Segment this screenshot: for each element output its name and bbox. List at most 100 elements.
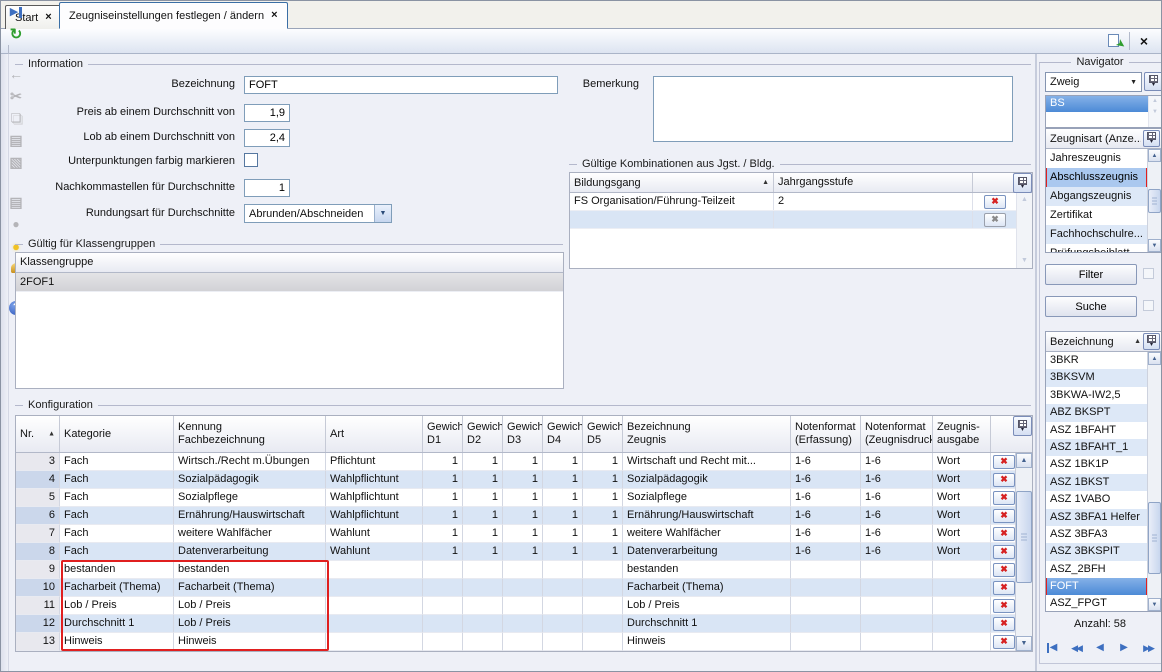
table-row[interactable]: 12 Durchschnitt 1 Lob / Preis Durchschni… bbox=[16, 615, 1032, 633]
table-row[interactable]: 4 Fach Sozialpädagogik Wahlpflichtunt 1 … bbox=[16, 471, 1032, 489]
delete-row-button[interactable]: ✖ bbox=[993, 563, 1015, 577]
scroll-down-icon[interactable]: ▼ bbox=[1017, 254, 1032, 268]
list-item[interactable]: Fachhochschulre... bbox=[1046, 225, 1147, 244]
table-row[interactable]: 11 Lob / Preis Lob / Preis Lob / Preis bbox=[16, 597, 1032, 615]
tab-zeugniseinstellungen[interactable]: Zeugniseinstellungen festlegen / ändern … bbox=[59, 2, 288, 29]
zweig-select[interactable]: Zweig ▼ bbox=[1045, 72, 1142, 92]
scroll-down-button[interactable]: ▼ bbox=[1016, 636, 1032, 651]
scrollbar-thumb[interactable] bbox=[1148, 189, 1161, 213]
vertical-scrollbar[interactable]: ▲ ▼ bbox=[1016, 193, 1032, 268]
delete-row-button[interactable]: ✖ bbox=[984, 195, 1006, 209]
scroll-down-button[interactable]: ▼ bbox=[1148, 598, 1161, 611]
record-last-button[interactable]: ▶ bbox=[5, 1, 27, 23]
table-row[interactable]: ✖ bbox=[570, 211, 1032, 229]
filter-button[interactable]: Filter bbox=[1045, 264, 1137, 285]
scroll-up-button[interactable]: ▲ bbox=[1016, 453, 1032, 468]
tab-close-icon[interactable]: × bbox=[45, 12, 51, 23]
list-item[interactable]: ABZ BKSPT bbox=[1046, 404, 1147, 421]
column-header[interactable]: Nr. bbox=[16, 416, 60, 452]
column-filter-button[interactable]: ▾ bbox=[1013, 173, 1032, 193]
list-item[interactable]: Zertifikat bbox=[1046, 206, 1147, 225]
mini-scrollbar[interactable]: ▲ ▼ bbox=[1148, 96, 1161, 127]
list-item[interactable]: Abgangszeugnis bbox=[1046, 187, 1147, 206]
column-header[interactable]: Art bbox=[326, 416, 423, 452]
record-prev-fast-button[interactable]: ◀◀ bbox=[1067, 640, 1085, 656]
delete-row-button[interactable]: ✖ bbox=[993, 545, 1015, 559]
column-header[interactable]: Zeugnis- ausgabe bbox=[933, 416, 991, 452]
list-item[interactable]: ASZ 3BFA1 Helfer bbox=[1046, 509, 1147, 526]
delete-row-button[interactable]: ✖ bbox=[993, 599, 1015, 613]
delete-row-button[interactable]: ✖ bbox=[993, 473, 1015, 487]
bemerkung-textarea[interactable] bbox=[653, 76, 1013, 142]
scroll-up-icon[interactable]: ▲ bbox=[1017, 193, 1032, 207]
table-row[interactable]: 9 bestanden bestanden bestanden bbox=[16, 561, 1032, 579]
column-header[interactable]: Kennung Fachbezeichnung bbox=[174, 416, 326, 452]
list-item[interactable]: ASZ 1BK1P bbox=[1046, 456, 1147, 473]
column-header[interactable]: Notenformat (Erfassung) bbox=[791, 416, 861, 452]
scroll-up-button[interactable]: ▲ bbox=[1148, 352, 1161, 365]
scrollbar-thumb[interactable] bbox=[1016, 491, 1032, 583]
zeugnisart-header[interactable]: Zeugnisart (Anze... ▾ bbox=[1046, 129, 1161, 149]
record-next-fast-button[interactable]: ▶▶ bbox=[1139, 640, 1157, 656]
record-first-button[interactable]: ◀ bbox=[1043, 640, 1061, 656]
tab-close-icon[interactable]: × bbox=[271, 10, 277, 21]
list-item[interactable]: Abschlusszeugnis bbox=[1046, 168, 1147, 187]
record-prev-button[interactable]: ◀ bbox=[1091, 640, 1109, 656]
chevron-down-icon[interactable]: ▼ bbox=[374, 205, 391, 222]
list-item[interactable]: 3BKSVM bbox=[1046, 369, 1147, 386]
rundungsart-select[interactable]: Abrunden/Abschneiden ▼ bbox=[244, 204, 392, 223]
nachkommastellen-input[interactable] bbox=[244, 179, 290, 197]
list-item[interactable]: Jahreszeugnis bbox=[1046, 149, 1147, 168]
vertical-scrollbar[interactable]: ▲ ▼ bbox=[1147, 352, 1161, 611]
column-header[interactable]: Gewicht D1 bbox=[423, 416, 463, 452]
list-item[interactable]: ASZ_2BFH bbox=[1046, 561, 1147, 578]
column-header[interactable]: Gewicht D2 bbox=[463, 416, 503, 452]
record-next-button[interactable]: ▶ bbox=[1115, 640, 1133, 656]
list-item[interactable]: 2FOF1 bbox=[16, 273, 563, 292]
column-header[interactable]: Gewicht D5 bbox=[583, 416, 623, 452]
delete-row-button[interactable]: ✖ bbox=[993, 455, 1015, 469]
column-header-klassengruppe[interactable]: Klassengruppe bbox=[16, 253, 563, 272]
vertical-scrollbar[interactable]: ▲ ▼ bbox=[1015, 453, 1032, 651]
detach-view-button[interactable]: ➤ bbox=[1104, 30, 1126, 52]
delete-row-button[interactable]: ✖ bbox=[993, 491, 1015, 505]
table-row[interactable]: 8 Fach Datenverarbeitung Wahlunt 1 1 1 1… bbox=[16, 543, 1032, 561]
table-row[interactable]: 13 Hinweis Hinweis Hinweis bbox=[16, 633, 1032, 651]
list-item[interactable]: BS bbox=[1046, 96, 1148, 112]
lob-input[interactable] bbox=[244, 129, 290, 147]
list-item[interactable]: ASZ 3BFA3 bbox=[1046, 526, 1147, 543]
list-item[interactable]: ASZ 3BKSPIT bbox=[1046, 543, 1147, 560]
list-item[interactable]: ASZ 1VABO bbox=[1046, 491, 1147, 508]
unterpunktungen-checkbox[interactable] bbox=[244, 153, 258, 167]
list-item[interactable]: FOFT bbox=[1046, 578, 1147, 595]
delete-row-button[interactable]: ✖ bbox=[993, 581, 1015, 595]
column-header-jahrgangsstufe[interactable]: Jahrgangsstufe bbox=[774, 173, 973, 192]
bezeichnung-header[interactable]: Bezeichnung ▲ ▾ bbox=[1046, 332, 1161, 352]
refresh-button[interactable]: ↻ bbox=[5, 23, 27, 45]
list-item[interactable]: ASZ 1BFAHT_1 bbox=[1046, 439, 1147, 456]
scroll-down-button[interactable]: ▼ bbox=[1148, 239, 1161, 252]
table-row[interactable]: 7 Fach weitere Wahlfächer Wahlunt 1 1 1 … bbox=[16, 525, 1032, 543]
delete-row-button[interactable]: ✖ bbox=[984, 213, 1006, 227]
preis-input[interactable] bbox=[244, 104, 290, 122]
column-filter-button[interactable]: ▾ bbox=[1143, 130, 1160, 147]
column-header[interactable]: Bezeichnung Zeugnis bbox=[623, 416, 791, 452]
delete-row-button[interactable]: ✖ bbox=[993, 617, 1015, 631]
delete-row-button[interactable]: ✖ bbox=[993, 509, 1015, 523]
delete-row-button[interactable]: ✖ bbox=[993, 527, 1015, 541]
list-item[interactable]: ASZ_FPGT bbox=[1046, 595, 1147, 612]
table-row[interactable]: 10 Facharbeit (Thema) Facharbeit (Thema)… bbox=[16, 579, 1032, 597]
list-item[interactable]: ASZ 1BFAHT bbox=[1046, 422, 1147, 439]
column-header[interactable]: Gewicht D4 bbox=[543, 416, 583, 452]
table-row[interactable]: 5 Fach Sozialpflege Wahlpflichtunt 1 1 1… bbox=[16, 489, 1032, 507]
suche-button[interactable]: Suche bbox=[1045, 296, 1137, 317]
vertical-scrollbar[interactable]: ▲ ▼ bbox=[1147, 149, 1161, 252]
scrollbar-thumb[interactable] bbox=[1148, 502, 1161, 574]
column-header[interactable]: Notenformat (Zeugnisdruck) bbox=[861, 416, 933, 452]
table-row[interactable]: FS Organisation/Führung-Teilzeit 2 ✖ bbox=[570, 193, 1032, 211]
list-item[interactable]: 3BKR bbox=[1046, 352, 1147, 369]
list-item[interactable]: Prüfungsbeiblatt bbox=[1046, 244, 1147, 253]
column-header[interactable]: Gewicht D3 bbox=[503, 416, 543, 452]
column-filter-button[interactable]: ▾ bbox=[1013, 416, 1032, 436]
list-item[interactable]: ASZ 1BKST bbox=[1046, 474, 1147, 491]
